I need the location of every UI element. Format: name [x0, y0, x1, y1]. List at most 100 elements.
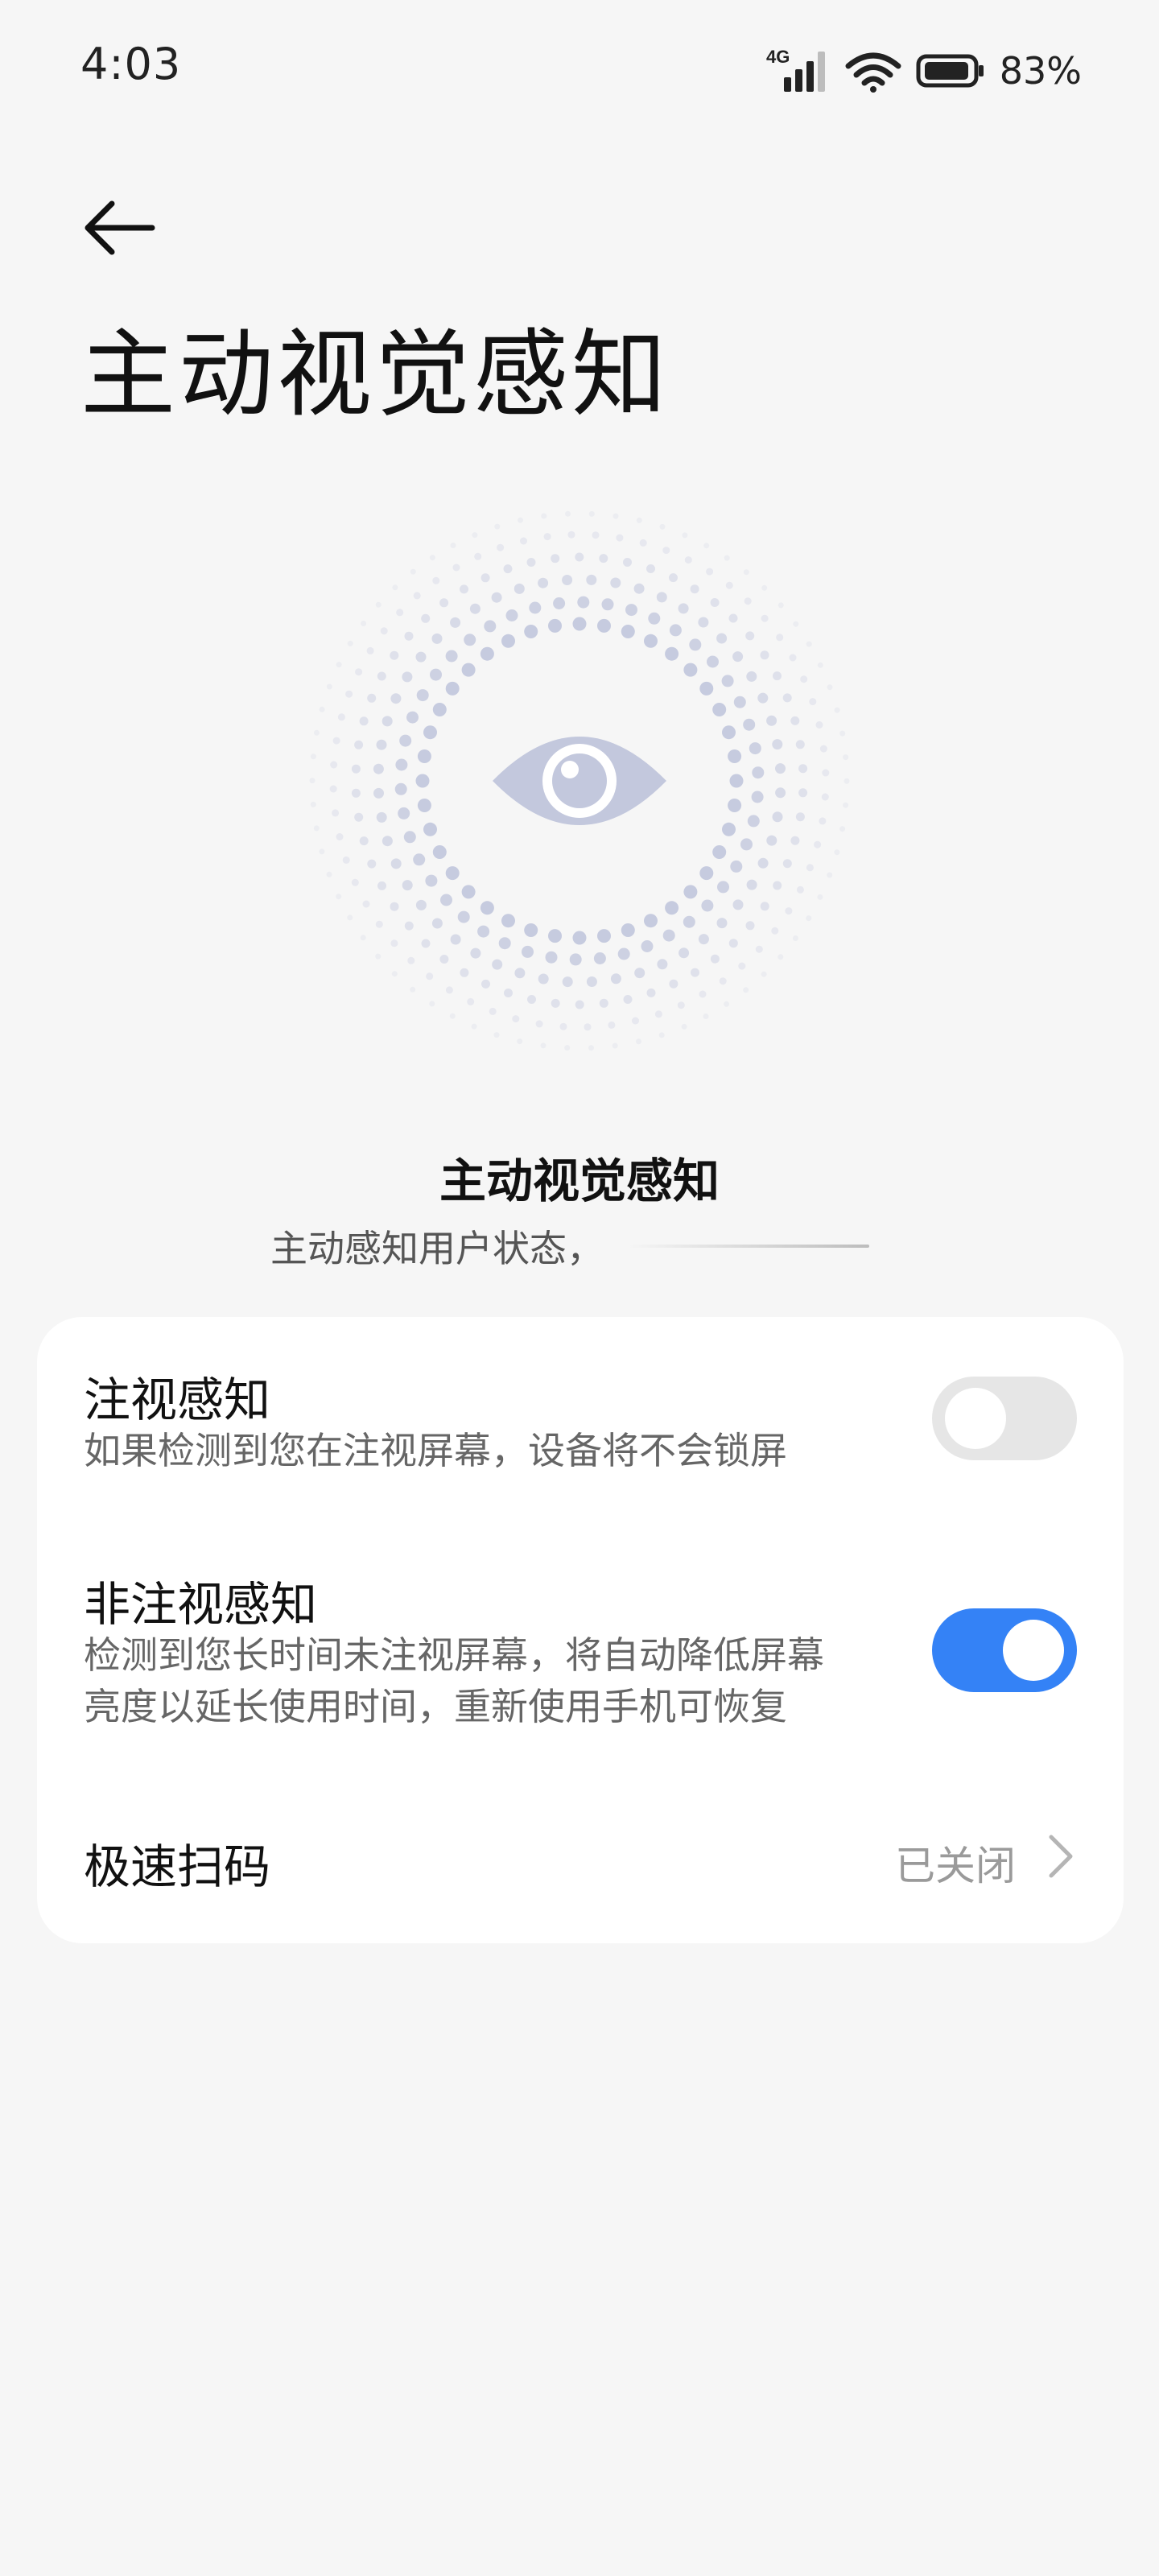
- ring-dot: [569, 953, 582, 966]
- ring-dot: [360, 935, 366, 941]
- ring-dot: [648, 612, 661, 625]
- ring-dot: [501, 634, 515, 648]
- ring-dot: [843, 778, 850, 784]
- ring-dot: [432, 845, 447, 859]
- ring-dot: [716, 633, 728, 644]
- settings-card: 注视感知 如果检测到您在注视屏幕，设备将不会锁屏 非注视感知 检测到您长时间未注…: [37, 1317, 1124, 1943]
- ring-dot: [766, 835, 777, 846]
- ring-dot: [827, 872, 833, 878]
- ring-dot: [497, 543, 505, 551]
- setting-row-non-gaze[interactable]: 非注视感知 检测到您长时间未注视屏幕，将自动降低屏幕 亮度以延长使用时间，重新使…: [37, 1518, 1124, 1784]
- status-icons: 4G 83%: [766, 45, 1082, 97]
- wifi-icon: [845, 52, 901, 93]
- ring-dot: [567, 530, 575, 539]
- ring-dot: [659, 523, 666, 530]
- ring-dot: [745, 921, 755, 931]
- ring-dot: [332, 737, 340, 745]
- ring-dot: [376, 811, 387, 823]
- ring-dot: [429, 555, 435, 561]
- ring-dot: [395, 758, 408, 771]
- ring-dot: [752, 766, 765, 779]
- setting-row-quick-scan[interactable]: 极速扫码 已关闭: [37, 1784, 1124, 1943]
- ring-dot: [413, 592, 421, 600]
- ring-dot: [699, 681, 714, 696]
- ring-dot: [819, 817, 827, 825]
- ring-dot: [809, 698, 817, 706]
- ring-dot: [703, 543, 710, 549]
- ring-dot: [376, 739, 387, 750]
- ring-dot: [326, 871, 332, 877]
- ring-dot: [776, 634, 784, 642]
- ring-dot: [501, 914, 515, 928]
- ring-dot: [460, 584, 468, 594]
- ring-dot: [632, 1017, 639, 1025]
- ring-dot: [469, 603, 481, 614]
- ring-dot: [471, 1023, 477, 1030]
- non-gaze-toggle[interactable]: [932, 1608, 1077, 1692]
- ring-dot: [404, 921, 414, 931]
- ring-dot: [572, 617, 587, 631]
- setting-row-gaze[interactable]: 注视感知 如果检测到您在注视屏幕，设备将不会锁屏: [37, 1317, 1124, 1518]
- ring-dot: [431, 633, 443, 644]
- ring-dot: [639, 539, 647, 547]
- ring-dot: [597, 929, 611, 943]
- ring-dot: [616, 534, 624, 542]
- ring-dot: [390, 858, 402, 869]
- ring-dot: [337, 713, 345, 721]
- ring-dot: [564, 1045, 571, 1051]
- ring-dot: [772, 811, 783, 823]
- ring-dot: [472, 532, 478, 539]
- ring-dot: [814, 840, 822, 848]
- ring-dot: [575, 552, 584, 562]
- ring-dot: [681, 1023, 687, 1030]
- ring-dot: [439, 598, 449, 608]
- ring-dot: [665, 646, 679, 661]
- gaze-title: 注视感知: [84, 1373, 271, 1427]
- ring-dot: [761, 584, 768, 591]
- subtitle-fade-line: [628, 1245, 869, 1248]
- ring-dot: [608, 1021, 616, 1029]
- ring-dot: [716, 918, 728, 929]
- ring-dot: [669, 979, 678, 989]
- ring-dot: [431, 918, 443, 929]
- ring-dot: [512, 1015, 520, 1023]
- ring-dot: [313, 825, 320, 832]
- ring-dot: [407, 956, 415, 964]
- ring-dot: [538, 973, 549, 985]
- ring-dot: [404, 631, 414, 641]
- ring-dot: [548, 618, 562, 633]
- eye-icon: [493, 737, 666, 825]
- ring-dot: [426, 972, 434, 980]
- ring-dot: [678, 947, 690, 959]
- ring-dot: [588, 510, 595, 517]
- ring-dot: [800, 675, 808, 683]
- ring-dot: [728, 939, 738, 948]
- gaze-toggle[interactable]: [932, 1377, 1077, 1460]
- ring-dot: [421, 939, 431, 948]
- ring-dot: [423, 822, 437, 836]
- ring-dot: [540, 1042, 547, 1049]
- ring-dot: [351, 764, 361, 774]
- ring-dot: [461, 663, 476, 677]
- ring-dot: [559, 1022, 567, 1030]
- ring-dot: [452, 564, 460, 572]
- ring-dot: [345, 690, 353, 698]
- ring-dot: [359, 836, 369, 846]
- ring-dot: [313, 729, 320, 736]
- ring-dot: [777, 602, 784, 609]
- ring-dot: [599, 554, 608, 564]
- ring-dot: [351, 878, 359, 886]
- back-button[interactable]: [74, 184, 163, 272]
- ring-dot: [682, 532, 688, 539]
- ring-dot: [725, 581, 733, 589]
- ring-dot: [757, 857, 769, 869]
- ring-dot: [592, 531, 600, 539]
- non-gaze-description-line2: 亮度以延长使用时间，重新使用手机可恢复: [84, 1685, 787, 1728]
- ring-dot: [740, 838, 753, 851]
- ring-dot: [646, 988, 656, 997]
- ring-dot: [721, 675, 734, 687]
- ring-dot: [690, 584, 699, 594]
- ring-dot: [410, 568, 416, 575]
- ring-dot: [538, 577, 549, 588]
- ring-dot: [683, 885, 698, 899]
